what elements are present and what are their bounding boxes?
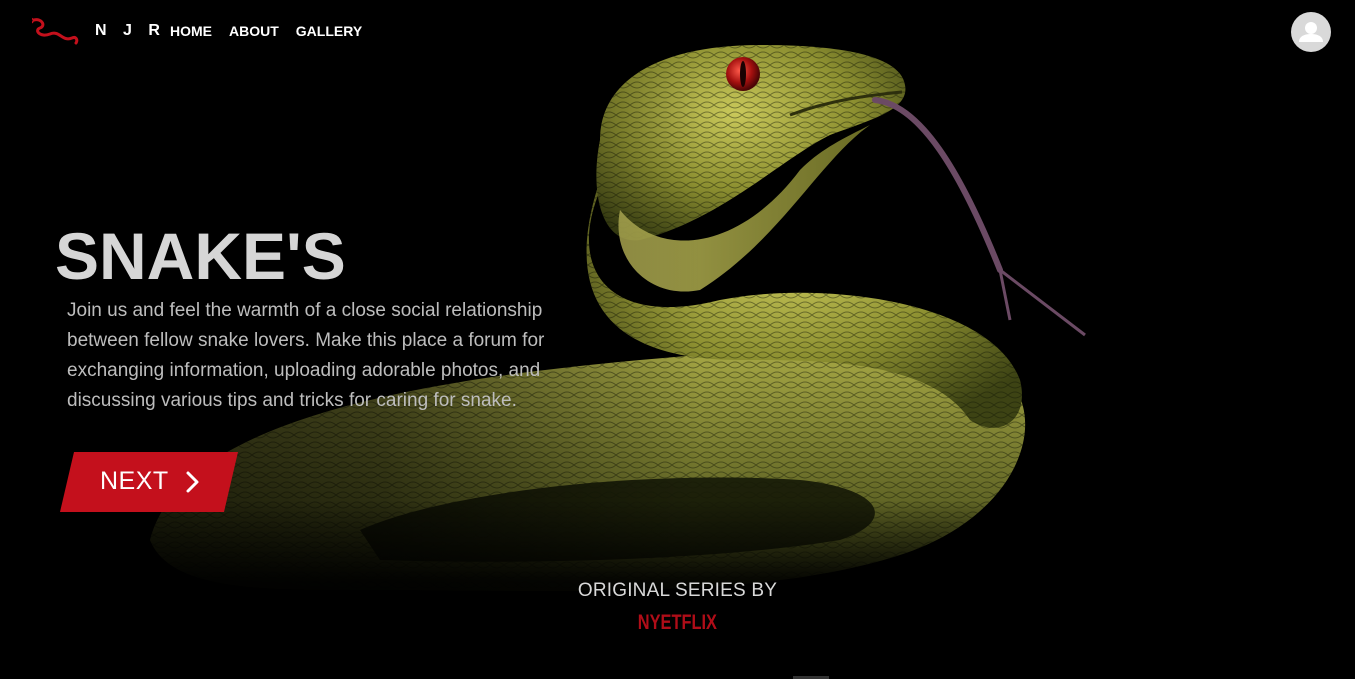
next-button[interactable]: NEXT bbox=[60, 452, 238, 512]
next-button-label: NEXT bbox=[100, 467, 169, 495]
brand-name[interactable]: N J R bbox=[95, 22, 166, 40]
top-nav: N J R HOME ABOUT GALLERY bbox=[0, 0, 1355, 62]
hero-description: Join us and feel the warmth of a close s… bbox=[67, 300, 545, 411]
hero-title: SNAKE'S bbox=[55, 219, 346, 293]
nav-link-about[interactable]: ABOUT bbox=[229, 23, 279, 39]
nav-link-gallery[interactable]: GALLERY bbox=[296, 23, 362, 39]
user-avatar-icon bbox=[1299, 22, 1323, 42]
chevron-right-icon bbox=[186, 471, 199, 493]
hero-page: N J R HOME ABOUT GALLERY SNAKE'S Join us… bbox=[0, 0, 1355, 679]
nav-link-home[interactable]: HOME bbox=[170, 23, 212, 39]
nav-links: HOME ABOUT GALLERY bbox=[170, 23, 362, 39]
snake-logo-icon[interactable] bbox=[32, 16, 80, 46]
user-avatar[interactable] bbox=[1291, 12, 1331, 52]
nyetflix-logo[interactable]: NYETFLIX bbox=[149, 611, 1206, 635]
original-series-text: ORIGINAL SERIES BY bbox=[577, 580, 778, 601]
